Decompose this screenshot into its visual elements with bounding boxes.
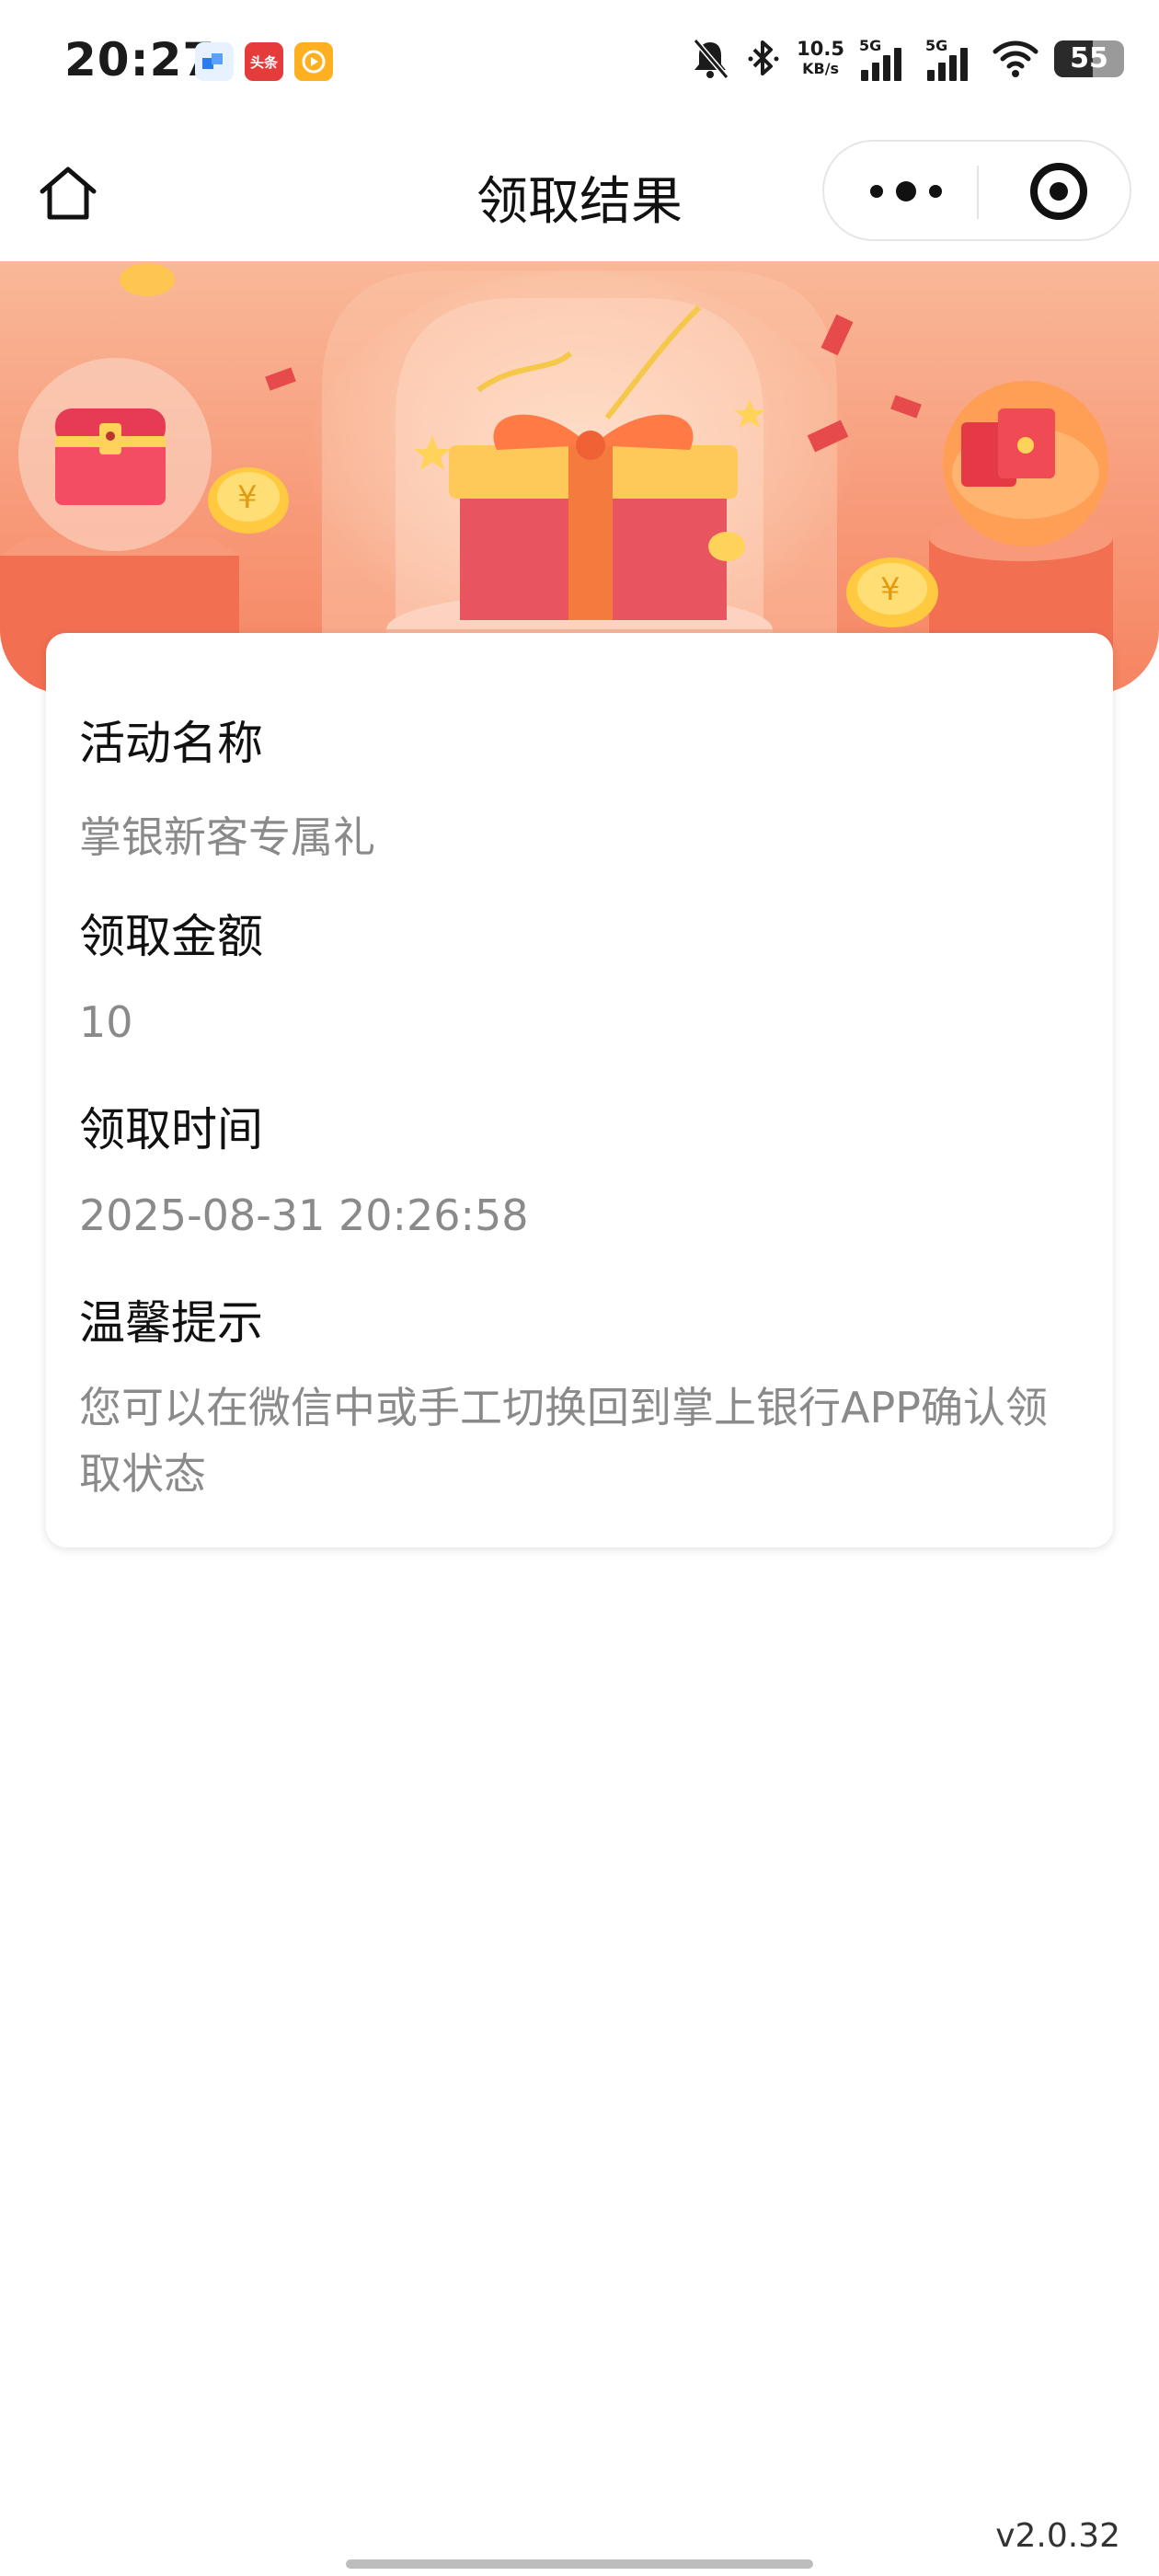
activity-name-value: 掌银新客专属礼	[79, 812, 375, 862]
net-speed-unit: KB/s	[802, 60, 840, 77]
claim-time-value: 2025-08-31 20:26:58	[79, 1190, 529, 1240]
activity-name-label: 活动名称	[79, 717, 263, 770]
net-speed: 10.5 KB/s	[797, 39, 844, 79]
signal-1-label: 5G	[859, 37, 882, 54]
nav-bar: 领取结果	[0, 125, 1159, 261]
amount-value: 10	[79, 997, 133, 1047]
notification-app-icons: 头条	[195, 42, 333, 81]
svg-text:¥: ¥	[237, 479, 258, 516]
battery-level: 55	[1070, 42, 1108, 75]
result-card: 活动名称 掌银新客专属礼 领取金额 10 领取时间 2025-08-31 20:…	[46, 633, 1113, 1547]
signal-icon-1: 5G	[859, 37, 911, 81]
toutiao-app-label: 头条	[249, 53, 278, 71]
svg-text:¥: ¥	[880, 571, 901, 608]
home-indicator[interactable]	[346, 2559, 813, 2569]
tip-value: 您可以在微信中或手工切换回到掌上银行APP确认领取状态	[79, 1383, 1048, 1499]
app-blue-icon	[195, 42, 234, 81]
claim-time-label: 领取时间	[79, 1103, 263, 1156]
video-app-icon	[294, 42, 333, 81]
more-button[interactable]	[846, 158, 966, 224]
status-bar: 20:27 头条 10.5 KB/s 5G 5G 55	[0, 0, 1159, 125]
battery-icon: 55	[1054, 40, 1124, 77]
wifi-icon	[993, 40, 1039, 77]
toutiao-app-icon: 头条	[245, 42, 283, 81]
treasure-chest-icon	[55, 408, 166, 505]
target-close-icon	[1030, 163, 1087, 220]
mini-program-capsule	[822, 140, 1131, 241]
bluetooth-icon	[748, 40, 779, 75]
signal-2-label: 5G	[925, 37, 948, 54]
tip-label: 温馨提示	[79, 1296, 263, 1350]
version-label: v2.0.32	[995, 2517, 1120, 2555]
status-right-group: 10.5 KB/s 5G 5G 55	[690, 37, 1124, 81]
status-time: 20:27	[64, 33, 216, 86]
amount-label: 领取金额	[79, 910, 263, 963]
net-speed-value: 10.5	[797, 38, 844, 60]
more-dots-icon	[870, 185, 883, 198]
mute-bell-icon	[693, 39, 729, 79]
close-button[interactable]	[1004, 158, 1113, 224]
banner-illustration: ¥ ¥	[0, 261, 1159, 694]
signal-icon-2: 5G	[925, 37, 977, 81]
capsule-divider	[977, 166, 979, 219]
